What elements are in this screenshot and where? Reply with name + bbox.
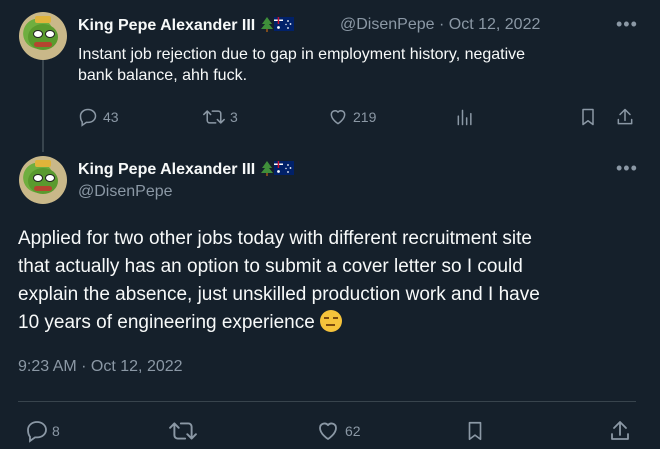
divider bbox=[18, 401, 636, 402]
analytics-icon bbox=[457, 109, 472, 126]
australia-flag-icon bbox=[273, 17, 294, 31]
bookmark-button[interactable] bbox=[578, 107, 598, 127]
author-name[interactable]: King Pepe Alexander III bbox=[78, 160, 294, 179]
more-options-icon[interactable]: ••• bbox=[616, 158, 638, 179]
reply-icon bbox=[79, 108, 97, 127]
avatar[interactable] bbox=[19, 12, 67, 60]
tweet-timestamp[interactable]: 9:23 AM · Oct 12, 2022 bbox=[18, 358, 183, 376]
share-icon bbox=[617, 108, 633, 125]
reply-button[interactable]: 8 bbox=[25, 419, 60, 443]
avatar[interactable] bbox=[19, 156, 67, 204]
retweet-icon bbox=[203, 110, 225, 124]
author-handle[interactable]: @DisenPepe · Oct 12, 2022 bbox=[340, 16, 540, 34]
reply-count: 8 bbox=[52, 423, 60, 439]
tweet-date[interactable]: · Oct 12, 2022 bbox=[439, 16, 540, 33]
christmas-tree-icon bbox=[260, 161, 273, 176]
retweet-count: 3 bbox=[230, 109, 238, 125]
reply-icon bbox=[27, 421, 47, 443]
heart-icon bbox=[330, 110, 346, 125]
like-button[interactable]: 219 bbox=[328, 107, 376, 127]
reply-count: 43 bbox=[103, 109, 119, 125]
unamused-face-emoji-icon bbox=[320, 310, 343, 332]
share-button[interactable] bbox=[608, 419, 632, 443]
reply-button[interactable]: 43 bbox=[78, 107, 119, 127]
views-button[interactable] bbox=[455, 107, 475, 127]
thread-line bbox=[42, 60, 44, 152]
crown-icon bbox=[35, 16, 51, 23]
tweet-text: Instant job rejection due to gap in empl… bbox=[78, 46, 526, 84]
bookmark-button[interactable] bbox=[464, 419, 486, 443]
tweet-text: Applied for two other jobs today with di… bbox=[18, 228, 540, 333]
retweet-icon bbox=[169, 422, 197, 440]
more-options-icon[interactable]: ••• bbox=[616, 14, 638, 35]
heart-icon bbox=[319, 422, 337, 440]
retweet-button[interactable] bbox=[169, 419, 197, 443]
bookmark-icon bbox=[468, 421, 482, 441]
crown-icon bbox=[35, 160, 51, 167]
bookmark-icon bbox=[582, 108, 594, 126]
author-name[interactable]: King Pepe Alexander III bbox=[78, 16, 294, 35]
australia-flag-icon bbox=[273, 161, 294, 175]
share-button[interactable] bbox=[615, 107, 635, 127]
like-count: 62 bbox=[345, 423, 361, 439]
like-count: 219 bbox=[353, 109, 377, 125]
retweet-button[interactable]: 3 bbox=[203, 107, 238, 127]
author-handle[interactable]: @DisenPepe bbox=[78, 183, 173, 201]
christmas-tree-icon bbox=[260, 17, 273, 32]
like-button[interactable]: 62 bbox=[316, 419, 361, 443]
share-icon bbox=[611, 421, 629, 440]
